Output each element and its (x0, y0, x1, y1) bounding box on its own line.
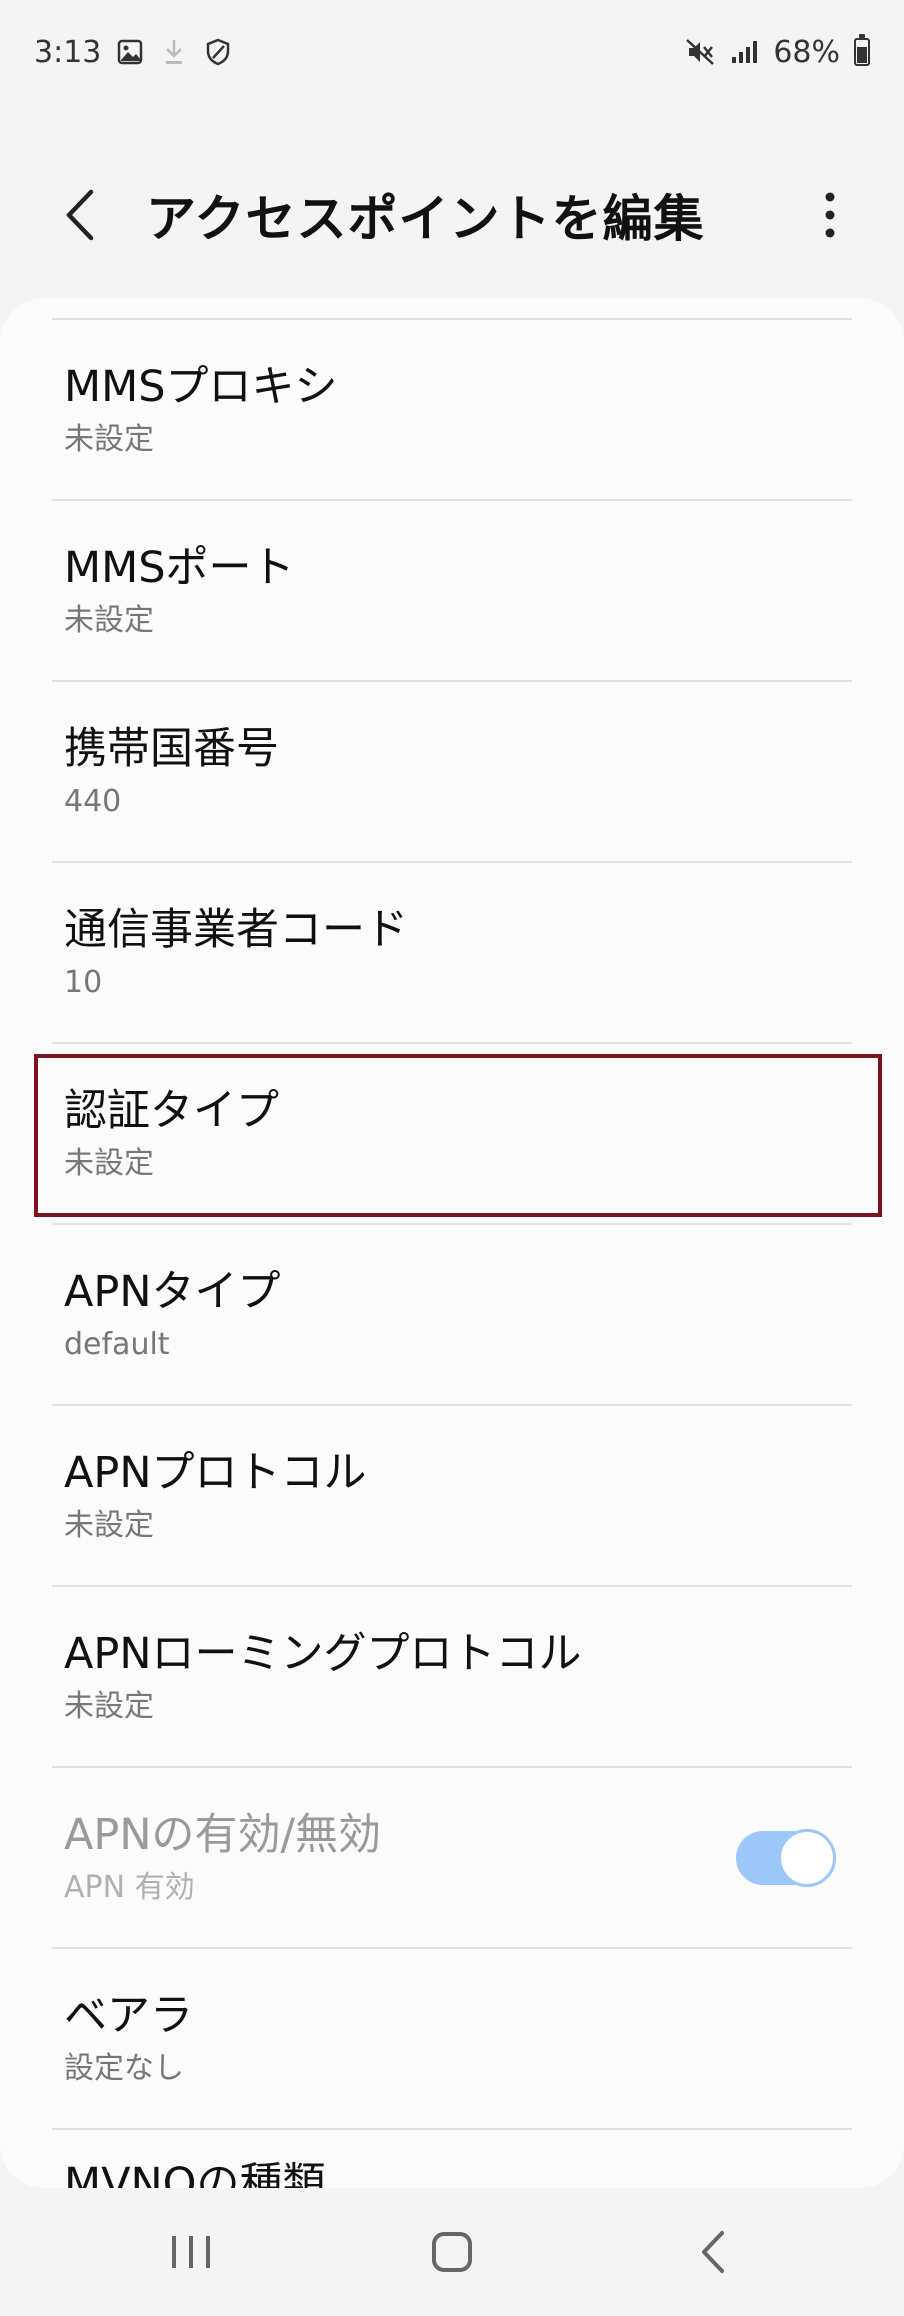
item-subtitle: 未設定 (64, 1146, 154, 1182)
item-title: ベアラ (64, 1990, 193, 2041)
item-title: 認証タイプ (64, 1085, 279, 1136)
item-subtitle: APN 有効 (64, 1870, 195, 1906)
chevron-left-icon (66, 189, 94, 241)
nav-home-button[interactable] (392, 2202, 512, 2302)
recents-icon (171, 2236, 210, 2268)
item-mms-port[interactable]: MMSポート 未設定 (0, 501, 904, 680)
battery-icon (854, 34, 870, 66)
settings-list: MMSプロキシ 未設定 MMSポート 未設定 携帯国番号 440 通信事業者コー… (0, 318, 904, 2188)
item-title: 通信事業者コード (64, 904, 408, 955)
item-apn-roaming-protocol[interactable]: APNローミングプロトコル 未設定 (0, 1587, 904, 1766)
item-subtitle: default (64, 1327, 170, 1363)
item-bearer[interactable]: ベアラ 設定なし (0, 1949, 904, 2128)
item-mvno-type[interactable]: MVNOの種類 (0, 2130, 904, 2188)
item-subtitle: 未設定 (64, 1508, 154, 1544)
nav-recents-button[interactable] (131, 2202, 251, 2302)
item-subtitle: 10 (64, 965, 103, 1001)
battery-level (857, 46, 867, 63)
status-right: 68% (685, 34, 870, 70)
item-title: MVNOの種類 (64, 2159, 326, 2188)
signal-icon (729, 37, 759, 67)
toggle-knob (778, 1828, 836, 1887)
app-bar: アクセスポイントを編集 (0, 160, 904, 270)
nav-back-button[interactable] (653, 2202, 773, 2302)
status-left: 3:13 (34, 35, 233, 70)
download-icon (159, 37, 189, 67)
image-icon (115, 37, 145, 67)
home-icon (431, 2232, 472, 2272)
item-title: MMSプロキシ (64, 361, 338, 412)
item-subtitle: 440 (64, 784, 122, 820)
more-options-button[interactable] (800, 175, 860, 255)
battery-percent: 68% (773, 34, 840, 70)
shield-icon (203, 37, 233, 67)
item-apn-protocol[interactable]: APNプロトコル 未設定 (0, 1406, 904, 1585)
item-title: APNローミングプロトコル (64, 1628, 582, 1679)
item-mms-proxy[interactable]: MMSプロキシ 未設定 (0, 320, 904, 499)
item-title: APNタイプ (64, 1266, 281, 1317)
more-vertical-icon (825, 192, 835, 238)
mute-icon (685, 37, 715, 67)
item-mnc[interactable]: 通信事業者コード 10 (0, 863, 904, 1042)
item-subtitle: 設定なし (64, 2051, 184, 2087)
status-time: 3:13 (34, 34, 102, 70)
back-button[interactable] (50, 175, 110, 255)
status-bar: 3:13 68% (0, 0, 904, 104)
item-title: APNの有効/無効 (64, 1809, 381, 1860)
item-mcc[interactable]: 携帯国番号 440 (0, 682, 904, 861)
item-subtitle: 未設定 (64, 1689, 154, 1725)
item-subtitle: 未設定 (64, 603, 154, 639)
item-apn-type[interactable]: APNタイプ default (0, 1225, 904, 1404)
item-auth-type[interactable]: 認証タイプ 未設定 (0, 1044, 904, 1223)
item-title: APNプロトコル (64, 1447, 367, 1498)
apn-enable-toggle[interactable] (736, 1828, 836, 1887)
item-title: 携帯国番号 (64, 723, 279, 774)
navigation-bar (0, 2188, 904, 2316)
item-apn-enable: APNの有効/無効 APN 有効 (0, 1768, 904, 1947)
page-title: アクセスポイントを編集 (146, 190, 705, 248)
item-title: MMSポート (64, 542, 295, 593)
settings-card: MMSプロキシ 未設定 MMSポート 未設定 携帯国番号 440 通信事業者コー… (0, 298, 904, 2188)
item-subtitle: 未設定 (64, 422, 154, 458)
back-icon (702, 2231, 725, 2273)
